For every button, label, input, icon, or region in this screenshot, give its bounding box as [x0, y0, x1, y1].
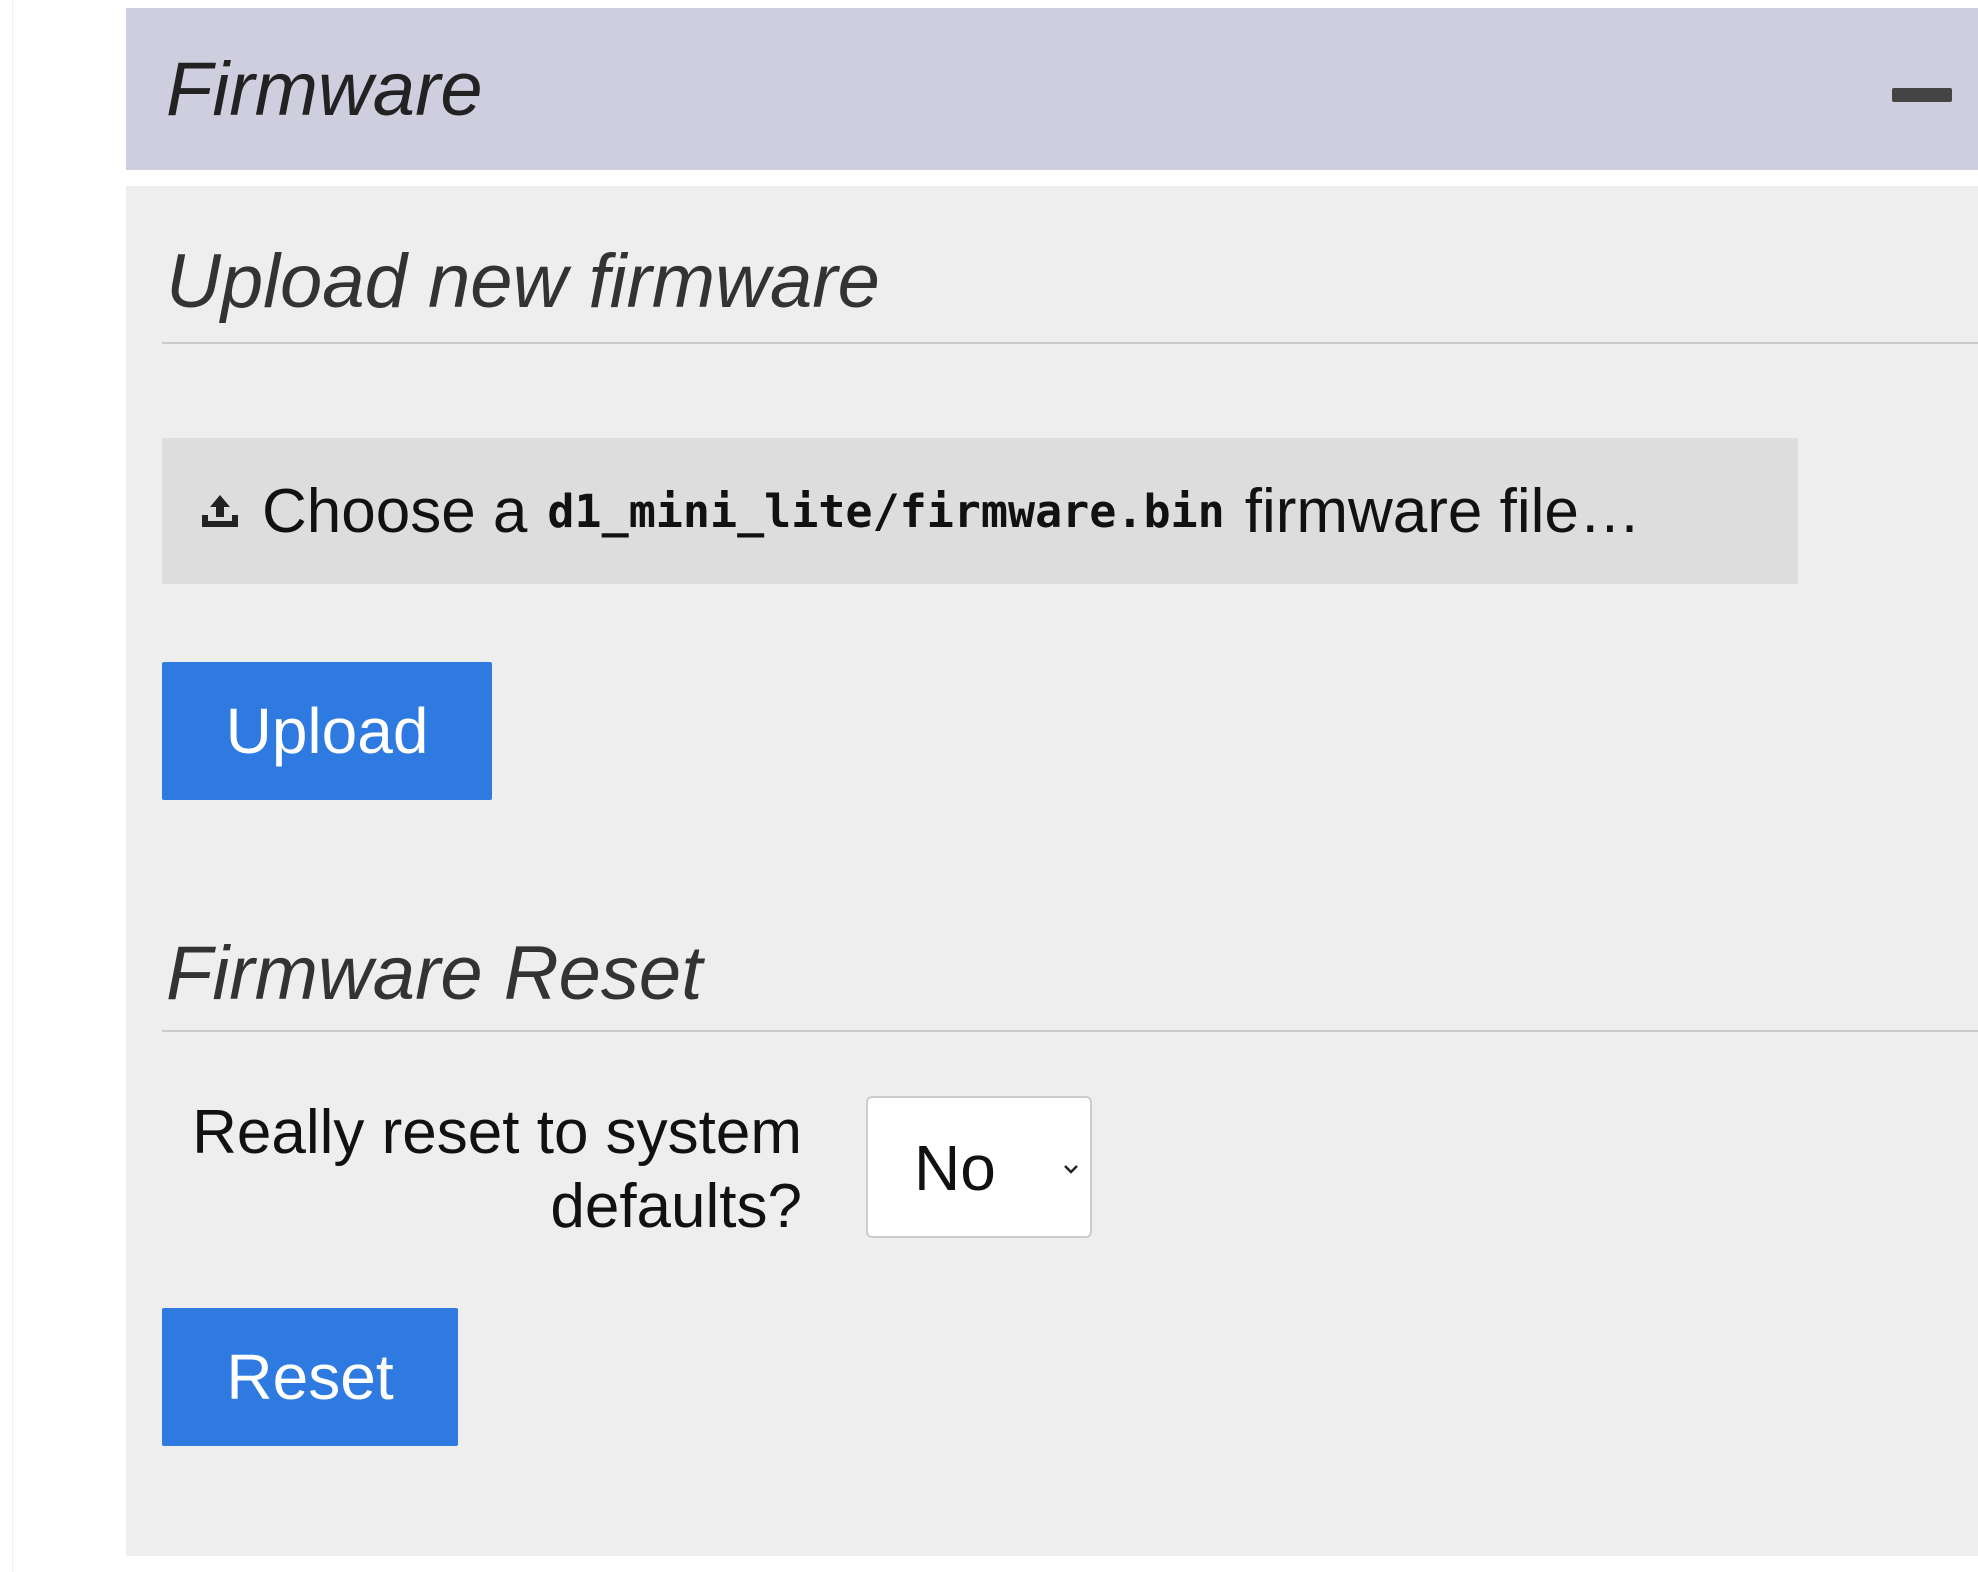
panel-title: Firmware — [166, 47, 483, 132]
file-chooser-suffix: firmware file… — [1244, 476, 1641, 546]
upload-section-divider — [162, 342, 1978, 344]
upload-section-heading: Upload new firmware — [166, 239, 880, 324]
firmware-file-chooser[interactable]: Choose a d1_mini_lite/firmware.bin firmw… — [162, 438, 1798, 584]
firmware-filename: d1_mini_lite/firmware.bin — [547, 484, 1225, 538]
firmware-panel-header[interactable]: Firmware — [126, 8, 1978, 170]
firmware-panel-body: Upload new firmware Choose a d1_mini_lit… — [126, 186, 1978, 1556]
minus-icon[interactable] — [1892, 88, 1952, 102]
reset-section-heading: Firmware Reset — [166, 931, 703, 1016]
select-value: No — [914, 1132, 996, 1204]
upload-button[interactable]: Upload — [162, 662, 492, 800]
file-chooser-prefix: Choose a — [262, 476, 528, 546]
page-left-edge — [0, 0, 13, 1572]
reset-button[interactable]: Reset — [162, 1308, 458, 1446]
chevron-down-icon — [1064, 1165, 1078, 1174]
reset-section-divider — [162, 1030, 1978, 1032]
reset-confirm-label: Really reset to system defaults? — [192, 1098, 802, 1241]
upload-icon — [202, 495, 238, 527]
reset-confirm-select[interactable]: No — [866, 1096, 1092, 1238]
